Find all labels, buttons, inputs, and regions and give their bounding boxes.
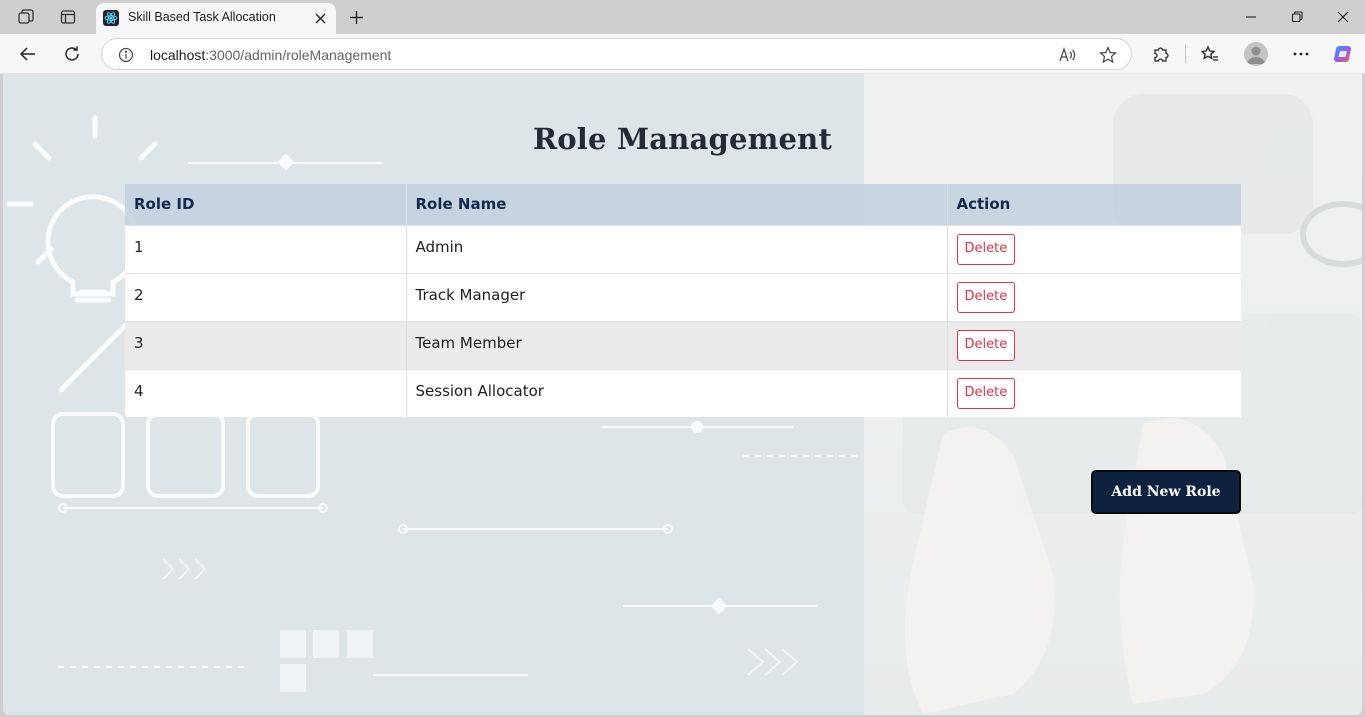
url-host: localhost (150, 47, 206, 63)
plus-icon[interactable] (345, 6, 367, 28)
table-row: 2 Track Manager Delete (125, 272, 1241, 321)
action-cell: Delete (947, 320, 1241, 369)
info-icon[interactable] (116, 45, 136, 65)
role-id-cell: 2 (125, 272, 407, 321)
refresh-icon[interactable] (60, 42, 84, 66)
page-viewport: Role Management Role ID Role Name Action… (3, 74, 1362, 715)
workspaces-icon[interactable] (15, 7, 37, 27)
active-tab[interactable]: Skill Based Task Allocation (96, 3, 336, 34)
table-header-row: Role ID Role Name Action (125, 184, 1241, 225)
table-row: 3 Team Member Delete (125, 320, 1241, 369)
role-name-cell: Session Allocator (406, 368, 948, 417)
role-id-cell: 1 (125, 224, 407, 273)
column-header-role-id: Role ID (125, 184, 407, 225)
roles-table: Role ID Role Name Action 1 Admin Delete … (125, 184, 1241, 417)
delete-button[interactable]: Delete (956, 377, 1016, 409)
minimize-icon[interactable] (1239, 6, 1263, 28)
profile-icon[interactable] (1244, 42, 1268, 66)
url-path: :3000/admin/roleManagement (205, 47, 392, 63)
column-header-action: Action (947, 184, 1241, 225)
action-cell: Delete (947, 224, 1241, 273)
tab-actions-icon[interactable] (57, 7, 79, 27)
role-name-cell: Admin (406, 224, 948, 273)
column-header-role-name: Role Name (406, 184, 948, 225)
address-bar[interactable]: localhost:3000/admin/roleManagement (101, 38, 1132, 70)
more-icon[interactable] (1289, 42, 1313, 66)
puzzle-icon[interactable] (1149, 42, 1173, 66)
read-aloud-icon[interactable] (1058, 45, 1078, 65)
toolbar-divider (1185, 45, 1186, 63)
action-cell: Delete (947, 272, 1241, 321)
add-new-role-button[interactable]: Add New Role (1091, 470, 1241, 514)
favorites-icon[interactable] (1198, 42, 1222, 66)
action-cell: Delete (947, 368, 1241, 417)
table-row: 4 Session Allocator Delete (125, 368, 1241, 417)
delete-button[interactable]: Delete (956, 329, 1016, 361)
close-window-icon[interactable] (1331, 6, 1355, 28)
copilot-icon[interactable] (1331, 42, 1355, 66)
star-icon[interactable] (1098, 45, 1118, 65)
role-id-cell: 3 (125, 320, 407, 369)
close-icon[interactable] (312, 9, 328, 27)
url-text[interactable]: localhost:3000/admin/roleManagement (150, 47, 391, 63)
delete-button[interactable]: Delete (956, 281, 1016, 313)
table-row: 1 Admin Delete (125, 224, 1241, 273)
react-logo-icon (103, 10, 119, 26)
role-name-cell: Track Manager (406, 272, 948, 321)
back-arrow-icon[interactable] (16, 42, 40, 66)
role-id-cell: 4 (125, 368, 407, 417)
page-title: Role Management (532, 122, 833, 156)
delete-button[interactable]: Delete (956, 233, 1016, 265)
role-name-cell: Team Member (406, 320, 948, 369)
restore-icon[interactable] (1285, 6, 1309, 28)
tab-title: Skill Based Task Allocation (128, 10, 276, 24)
browser-tab-bar: Skill Based Task Allocation (0, 0, 1365, 34)
browser-toolbar: localhost:3000/admin/roleManagement (0, 34, 1365, 74)
